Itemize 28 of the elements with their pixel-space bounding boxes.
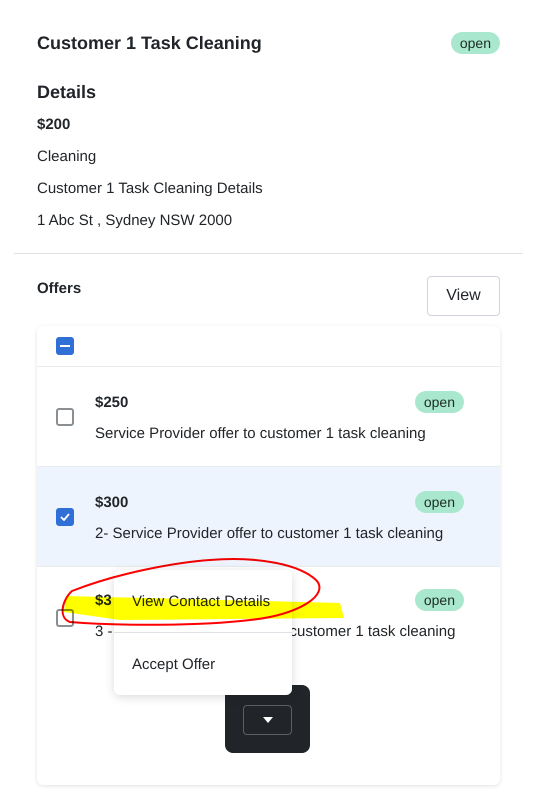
status-badge: open (450, 32, 500, 54)
task-description: Customer 1 Task Cleaning Details (37, 179, 264, 198)
task-price: $200 (37, 115, 72, 134)
section-heading: Details (37, 82, 98, 103)
offer-price: $3 (95, 592, 112, 608)
offer-description: Service Provider offer to customer 1 task cleaning (95, 425, 426, 442)
checkbox[interactable] (56, 408, 74, 426)
offer-price: $300 (95, 494, 128, 510)
task-category: Cleaning (37, 147, 98, 166)
status-badge: open (414, 391, 464, 413)
task-address: 1 Abc St , Sydney NSW 2000 (37, 211, 234, 230)
caret-down-icon (262, 716, 272, 722)
task-title: Customer 1 Task Cleaning (37, 32, 262, 54)
offer-description: 3 - (95, 623, 113, 640)
offer-description: 2- Service Provider offer to customer 1 task cleaning (95, 525, 444, 542)
checkmark-icon (60, 512, 70, 520)
offer-price: $250 (95, 394, 128, 410)
dropdown-toggle[interactable] (243, 704, 292, 734)
checkbox[interactable] (56, 508, 74, 526)
status-badge: open (414, 589, 464, 611)
checkbox[interactable] (56, 337, 74, 355)
offer-row[interactable]: $250 open Service Provider offer to customer 1 task cleaning (37, 367, 500, 467)
status-badge: open (414, 491, 464, 513)
section-heading: Offers (37, 280, 82, 297)
offer-description: customer 1 task cleaning (290, 623, 456, 640)
view-button[interactable]: View (427, 276, 500, 316)
offer-row[interactable]: $300 open 2- Service Provider offer to customer 1 task cleaning (37, 467, 500, 567)
minus-icon (60, 345, 70, 347)
